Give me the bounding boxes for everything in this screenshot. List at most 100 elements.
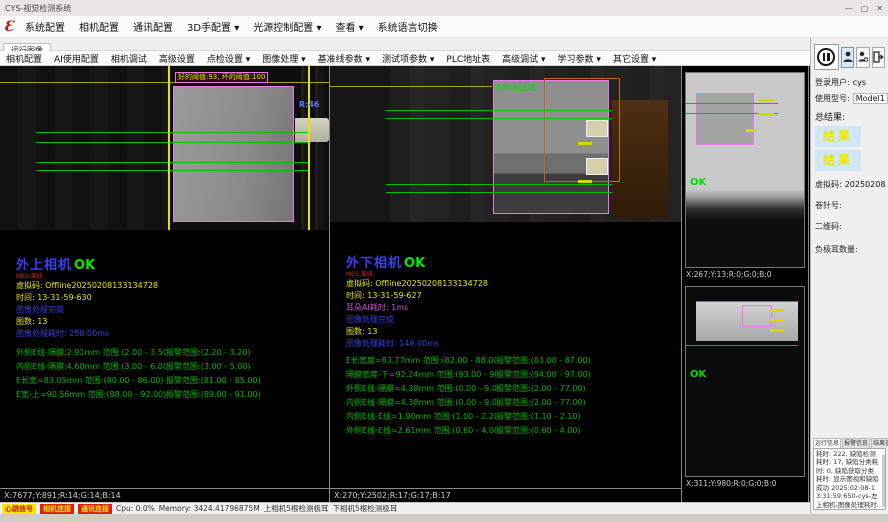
micro-label bbox=[578, 142, 592, 145]
pause-button[interactable] bbox=[814, 44, 839, 70]
tool-test-params[interactable]: 测试项参数 ▾ bbox=[376, 52, 440, 65]
mid-camera-title: 外下相机OK bbox=[346, 252, 677, 271]
measure-line bbox=[36, 162, 308, 163]
mes-status: MES:离线 bbox=[346, 271, 677, 278]
login-user-row: 登录用户: cys bbox=[815, 77, 884, 88]
menu-comm-config[interactable]: 通讯配置 bbox=[126, 17, 180, 36]
user-login-button[interactable] bbox=[841, 47, 854, 68]
log-tab-run-info[interactable]: 运行信息 bbox=[813, 438, 841, 448]
log-tab-result-info[interactable]: 结果信息 bbox=[871, 438, 888, 448]
measure-text: E宽-上=90.56mm 范围:(88.00 - 92.00) bbox=[16, 388, 166, 402]
preview-ok-label: OK bbox=[690, 369, 706, 380]
alarm-text: 报警范围:(2.20 - 3.20) bbox=[166, 346, 325, 360]
log-scrollbar[interactable] bbox=[882, 455, 885, 507]
logout-button[interactable] bbox=[872, 47, 885, 68]
metal-tab-shape bbox=[295, 118, 329, 142]
tool-image-processing[interactable]: 图像处理 ▾ bbox=[256, 52, 311, 65]
measure-text: E长宽=83.05mm 范围:(80.00 - 86.00) bbox=[16, 374, 166, 388]
preview-bottom-viewport[interactable]: OK bbox=[685, 286, 805, 477]
micro-label bbox=[758, 113, 774, 116]
menu-light-control[interactable]: 光源控制配置 ▾ bbox=[246, 17, 328, 36]
mid-cursor-coords: X:270;Y:2502;R:17;G:17;B:17 bbox=[330, 488, 681, 502]
qr-code-label: 二维码: bbox=[815, 221, 842, 232]
app-window: CYS-视觉检测系统 — ▢ ✕ Ɛ 系统配置 相机配置 通讯配置 3D手配置 … bbox=[0, 0, 888, 522]
log-textbox[interactable]: 耗时: 222, 缺陷检测耗时: 17, 缺陷分类耗时: 0, 缺陷获取分类耗时… bbox=[813, 448, 886, 510]
toolbar: 相机配置 AI使用配置 相机调试 高级设置 点检设置 ▾ 图像处理 ▾ 基准线参… bbox=[0, 51, 810, 66]
mid-camera-info: 外下相机OK MES:离线 虚拟码: Offline20250208133134… bbox=[346, 252, 677, 438]
tool-advanced-debug[interactable]: 高级调试 ▾ bbox=[496, 52, 551, 65]
tool-ai-usage-config[interactable]: AI使用配置 bbox=[48, 52, 105, 65]
measure-text: 外侧E线-隔膜:2.91mm 范围:(2.00 - 3.50) bbox=[16, 346, 166, 360]
measure-line bbox=[36, 170, 308, 171]
preview-top-viewport[interactable]: OK bbox=[685, 72, 805, 268]
app-logo-icon: Ɛ bbox=[0, 19, 18, 35]
log-text: 耗时: 222, 缺陷检测耗时: 17, 缺陷分类耗时: 0, 缺陷获取分类耗时… bbox=[816, 450, 879, 510]
minimize-button[interactable]: — bbox=[845, 4, 853, 13]
micro-label bbox=[770, 309, 784, 312]
virtual-code-row: 虚拟码: 20250208 bbox=[815, 179, 884, 190]
heartbeat-badge: 心跳信号 bbox=[2, 504, 36, 514]
threshold-label: 好的阈值:93, 坏的阈值:100 bbox=[175, 72, 268, 83]
camera-status-ok: OK bbox=[74, 258, 95, 273]
tool-other-settings[interactable]: 其它设置 ▾ bbox=[607, 52, 662, 65]
model-select[interactable]: Model1 bbox=[853, 93, 888, 104]
left-camera-viewport[interactable]: 好的阈值:93, 坏的阈值:100 R:46 bbox=[0, 66, 329, 230]
mid-camera-panel: AI检测区域 外下相机OK MES:离线 虚拟码: Offline2025020… bbox=[330, 66, 682, 502]
virtual-code-line: 虚拟码: Offline20250208133134728 bbox=[16, 280, 325, 292]
ai-detect-box bbox=[544, 78, 620, 182]
mes-status: MES:离线 bbox=[16, 273, 325, 280]
tool-baseline-params[interactable]: 基准线参数 ▾ bbox=[312, 52, 376, 65]
tool-plc-address-table[interactable]: PLC地址表 bbox=[440, 52, 496, 65]
measure-line bbox=[36, 132, 308, 133]
baseline-yellow-line bbox=[330, 86, 492, 87]
pause-icon bbox=[817, 48, 835, 66]
pin-number-row: 卷针号: bbox=[815, 200, 884, 211]
preview-product-roi bbox=[696, 93, 754, 145]
ai-time-line: 耳朵AI耗时: 1ms bbox=[346, 302, 677, 314]
menu-view[interactable]: 查看 ▾ bbox=[328, 17, 370, 36]
model-label: 使用型号: bbox=[815, 93, 850, 104]
tab-count-row: 负极耳数量: bbox=[815, 244, 884, 255]
tab-ear-highlight bbox=[586, 158, 608, 175]
roi-mark bbox=[742, 305, 772, 327]
virtual-code-line: 虚拟码: Offline20250208133134728 bbox=[346, 278, 677, 290]
bottom-camera-status: 下相机5根检测极耳 bbox=[332, 503, 397, 514]
measure-line bbox=[386, 184, 612, 185]
tool-spot-check[interactable]: 点检设置 ▾ bbox=[201, 52, 256, 65]
maximize-button[interactable]: ▢ bbox=[861, 4, 869, 13]
alarm-text: 报警范围:(1.10 - 2.10) bbox=[496, 410, 677, 424]
left-cursor-coords: X:7677;Y:891;R:14;G:14;B:14 bbox=[0, 488, 329, 502]
measurement-row: 隔膜宽度-下=92.24mm 范围:(93.00 - 98.00) 报警范围:(… bbox=[346, 368, 677, 382]
pin-number-label: 卷针号: bbox=[815, 200, 842, 211]
mid-camera-viewport[interactable]: AI检测区域 bbox=[330, 66, 681, 222]
menu-3d-hand-config[interactable]: 3D手配置 ▾ bbox=[180, 17, 246, 36]
ai-area-label: AI检测区域 bbox=[496, 82, 536, 93]
tool-learning-params[interactable]: 学习参数 ▾ bbox=[552, 52, 607, 65]
measurement-row: 外侧E线-E线=2.61mm 范围:(0.60 - 4.00) 报警范围:(0.… bbox=[346, 424, 677, 438]
menu-language-switch[interactable]: 系统语言切换 bbox=[371, 17, 445, 36]
preview-bottom-coords: X:311;Y:980;R:0;G:0;B:0 bbox=[682, 477, 808, 491]
close-button[interactable]: ✕ bbox=[876, 4, 883, 13]
tool-camera-config[interactable]: 相机配置 bbox=[0, 52, 48, 65]
alarm-text: 报警范围:(0.60 - 4.00) bbox=[496, 424, 677, 438]
process-time-line: 图像处理耗时: 258.00ms bbox=[16, 328, 325, 340]
measure-text: 外侧E线-E线=2.61mm 范围:(0.60 - 4.00) bbox=[346, 424, 496, 438]
left-camera-info: 外上相机OK MES:离线 虚拟码: Offline20250208133134… bbox=[16, 254, 325, 402]
log-tabs: 运行信息 报警信息 结果信息 bbox=[813, 438, 886, 448]
user-icon bbox=[843, 51, 853, 63]
log-tab-alarm-info[interactable]: 报警信息 bbox=[842, 438, 870, 448]
result-badge-top: 结果 bbox=[815, 126, 861, 147]
time-line: 时间: 13-31-59-627 bbox=[346, 290, 677, 302]
left-measurements: 外侧E线-隔膜:2.91mm 范围:(2.00 - 3.50) 报警范围:(2.… bbox=[16, 346, 325, 402]
tool-advanced-settings[interactable]: 高级设置 bbox=[153, 52, 201, 65]
measure-line bbox=[386, 192, 612, 193]
user-settings-button[interactable] bbox=[856, 47, 869, 68]
mid-measurements: E长宽度=83.77mm 范围:(82.00 - 88.00) 报警范围:(83… bbox=[346, 354, 677, 438]
menu-camera-config[interactable]: 相机配置 bbox=[72, 17, 126, 36]
right-sidebar: 登录用户: cys 使用型号: Model1 总结果: 结果 结果 虚拟码: 2… bbox=[810, 38, 888, 514]
micro-label bbox=[758, 99, 774, 102]
measurement-row: 内侧E线-隔膜:4.60mm 范围:(3.00 - 6.00) 报警范围:(3.… bbox=[16, 360, 325, 374]
menu-system-config[interactable]: 系统配置 bbox=[18, 17, 72, 36]
measure-text: 内侧E线-隔膜:4.60mm 范围:(3.00 - 6.00) bbox=[16, 360, 166, 374]
tool-camera-debug[interactable]: 相机调试 bbox=[105, 52, 153, 65]
